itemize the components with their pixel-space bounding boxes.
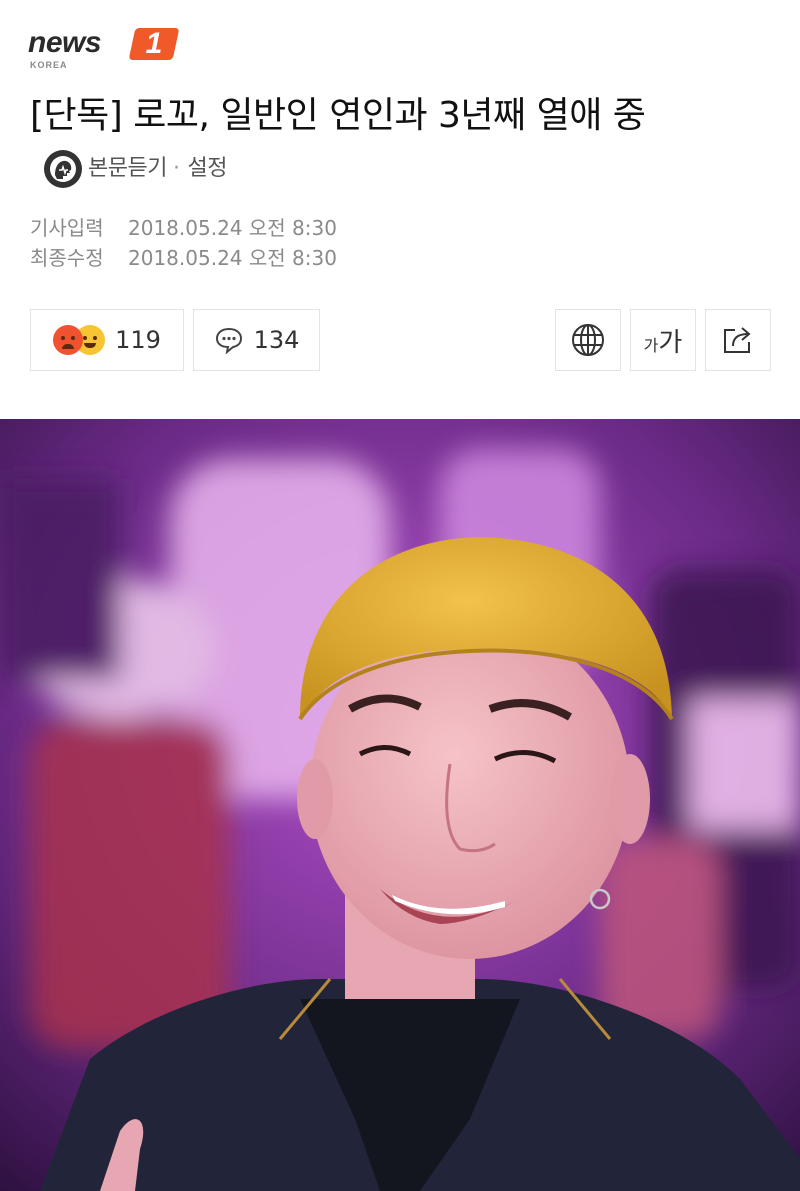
published-label: 기사입력	[30, 216, 104, 240]
font-size-label: 가가	[643, 327, 683, 358]
reaction-count: 119	[115, 326, 161, 354]
speech-bubble-icon	[215, 327, 242, 354]
angry-emoji-icon	[53, 325, 84, 355]
logo-sub: KOREA	[30, 60, 68, 70]
article-title: [단독] 로꼬, 일반인 연인과 3년째 열애 중 본문듣기 · 설정	[30, 88, 770, 201]
logo-badge: 1	[128, 27, 180, 60]
font-size-button[interactable]: 가가	[630, 309, 696, 371]
tts-settings-button[interactable]: 설정	[187, 141, 227, 197]
modified-label: 최종수정	[30, 246, 104, 270]
article-photo	[0, 419, 800, 1191]
speaker-head-icon[interactable]	[44, 150, 82, 188]
translate-button[interactable]	[555, 309, 621, 371]
article-meta: 기사입력 2018.05.24 오전 8:30 최종수정 2018.05.24 …	[30, 213, 337, 273]
tts-control: 본문듣기 · 설정	[44, 141, 227, 197]
globe-icon	[572, 324, 604, 356]
share-button[interactable]	[705, 309, 771, 371]
modified-date: 2018.05.24 오전 8:30	[128, 246, 337, 270]
tts-button[interactable]: 본문듣기	[88, 141, 167, 197]
reaction-button[interactable]: 119	[30, 309, 184, 371]
logo-word: news	[28, 26, 102, 59]
separator-dot: ·	[172, 156, 180, 181]
comment-count: 134	[253, 326, 300, 354]
comment-button[interactable]: 134	[193, 309, 320, 371]
news1-logo[interactable]: news 1 KOREA	[28, 22, 188, 72]
share-icon	[724, 327, 751, 353]
article-photo-image	[0, 419, 800, 1191]
article-title-text: [단독] 로꼬, 일반인 연인과 3년째 열애 중	[30, 95, 646, 136]
published-date: 2018.05.24 오전 8:30	[128, 216, 337, 240]
